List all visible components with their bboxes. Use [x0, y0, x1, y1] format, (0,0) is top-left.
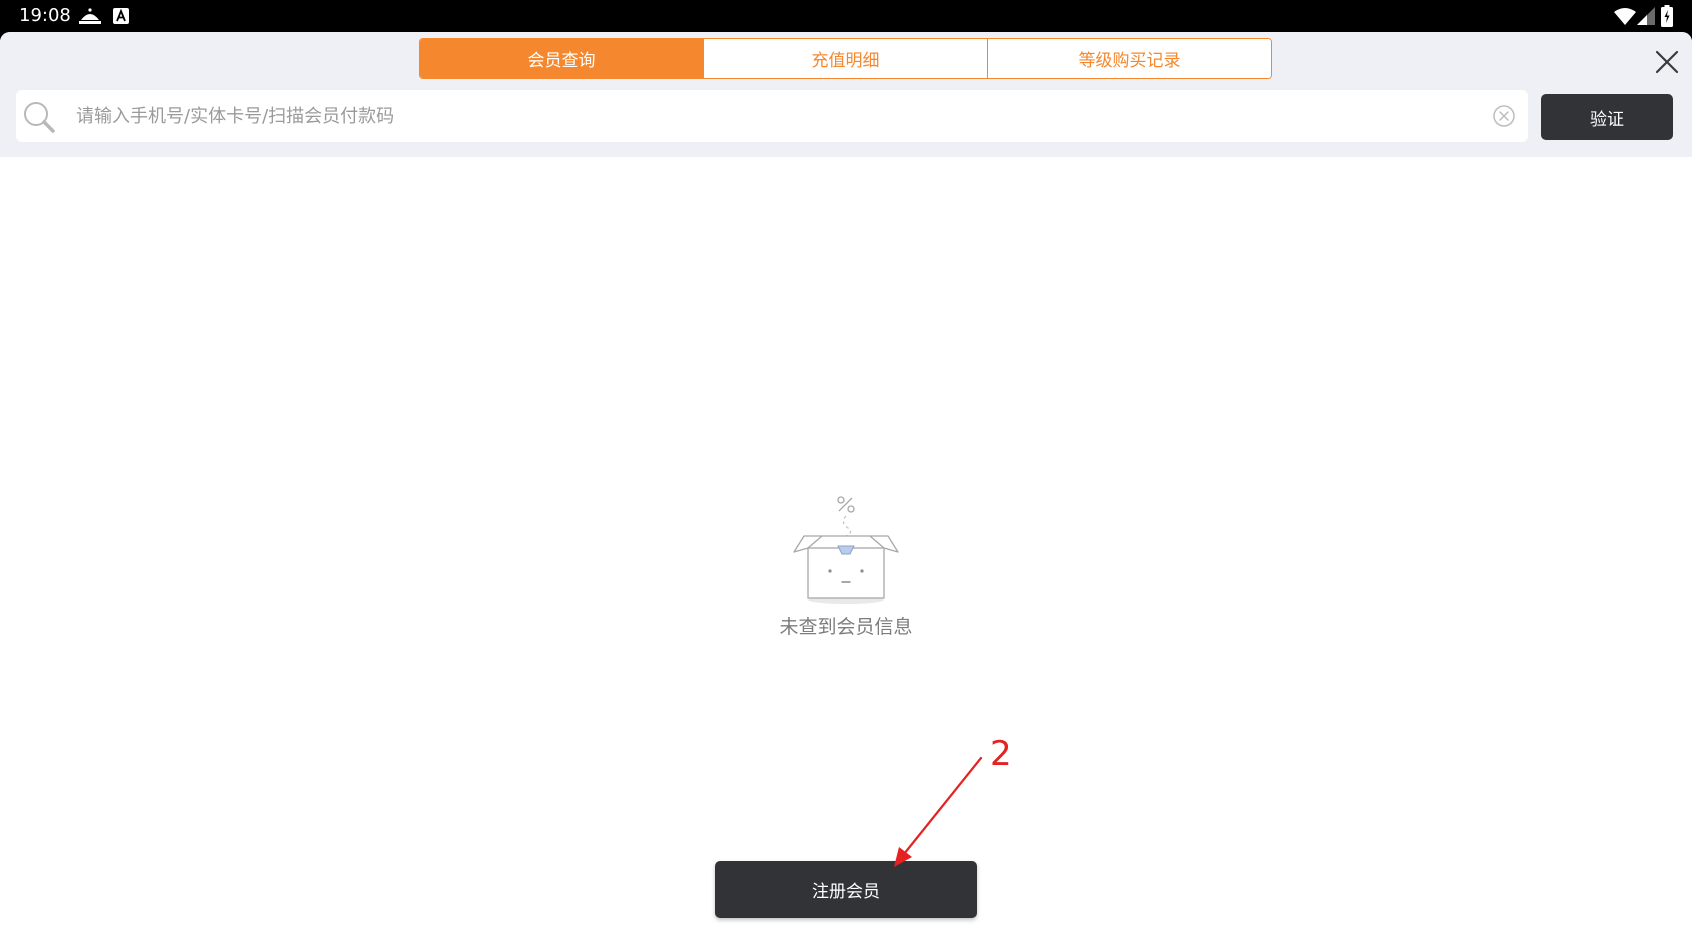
tab-recharge-details[interactable]: 充值明细 [703, 39, 987, 78]
wifi-icon [1614, 8, 1636, 25]
annotation-arrow-icon [894, 756, 983, 867]
screen: 19:08 会员查询 充值明细 等级购买记录 请输入手机号/实体卡号/扫描会员付… [0, 0, 1692, 952]
close-icon[interactable] [1652, 47, 1682, 77]
verify-button[interactable]: 验证 [1541, 94, 1673, 140]
search-input[interactable] [60, 90, 1470, 142]
status-bar: 19:08 [0, 0, 1692, 32]
text-icon [113, 8, 129, 24]
status-time: 19:08 [19, 5, 71, 26]
search-box [16, 90, 1528, 142]
tab-bar: 会员查询 充值明细 等级购买记录 [419, 38, 1272, 79]
clear-icon[interactable] [1492, 104, 1516, 128]
notification-icon [79, 8, 101, 24]
annotation-number: 2 [990, 734, 1012, 774]
panel-header: 会员查询 充值明细 等级购买记录 验证 [0, 32, 1692, 157]
tab-level-purchase-records[interactable]: 等级购买记录 [987, 39, 1271, 78]
member-panel: 会员查询 充值明细 等级购买记录 验证 [0, 32, 1692, 952]
tab-member-query[interactable]: 会员查询 [420, 39, 703, 78]
empty-state-message: 未查到会员信息 [779, 616, 913, 638]
empty-box-icon [793, 496, 899, 604]
search-icon [24, 102, 55, 133]
battery-icon [1661, 5, 1673, 27]
signal-icon [1637, 7, 1655, 25]
